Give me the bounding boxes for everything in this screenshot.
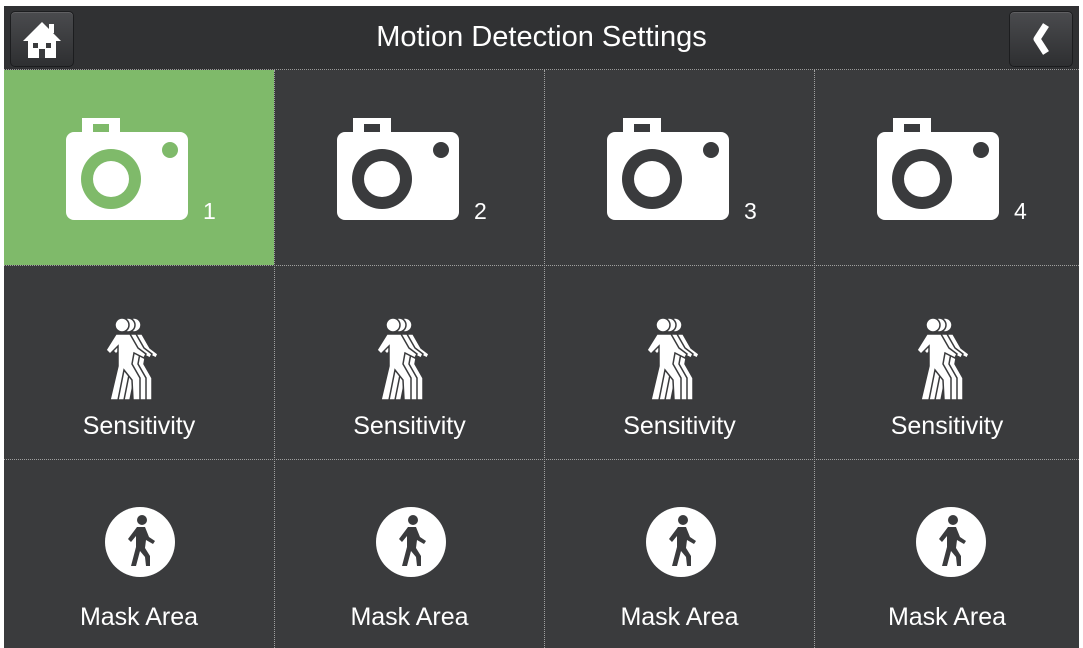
page-title: Motion Detection Settings xyxy=(376,21,707,53)
sensitivity-button-2[interactable]: Sensitivity xyxy=(275,266,544,459)
grid-divider xyxy=(274,70,275,648)
mask-area-label: Mask Area xyxy=(79,603,199,631)
grid-divider xyxy=(544,70,545,648)
motion-sensitivity-icon xyxy=(105,318,159,401)
mask-area-button-3[interactable]: Mask Area xyxy=(545,460,814,648)
motion-sensitivity-icon xyxy=(646,318,700,401)
camera-icon xyxy=(877,118,999,220)
camera-number: 1 xyxy=(203,198,216,224)
walking-person-circle-icon xyxy=(646,507,716,577)
header-bar: Motion Detection Settings xyxy=(4,6,1079,70)
mask-area-button-2[interactable]: Mask Area xyxy=(275,460,544,648)
sensitivity-label: Sensitivity xyxy=(623,412,736,440)
camera-2-button[interactable]: 2 xyxy=(275,70,544,265)
sensitivity-button-3[interactable]: Sensitivity xyxy=(545,266,814,459)
grid-divider xyxy=(4,265,1079,266)
camera-1-button[interactable]: 1 xyxy=(4,70,274,265)
camera-number: 3 xyxy=(744,198,757,224)
settings-grid: 1 2 3 4 Sensitivity Sensitivity Sensitiv… xyxy=(4,70,1079,648)
mask-area-label: Mask Area xyxy=(350,603,469,631)
mask-area-label: Mask Area xyxy=(887,603,1007,631)
motion-sensitivity-icon xyxy=(376,318,430,401)
grid-divider xyxy=(4,459,1079,460)
sensitivity-label: Sensitivity xyxy=(890,412,1004,440)
walking-person-circle-icon xyxy=(916,507,986,577)
mask-area-button-1[interactable]: Mask Area xyxy=(4,460,274,648)
grid-divider xyxy=(814,70,815,648)
motion-sensitivity-icon xyxy=(916,318,970,401)
camera-icon xyxy=(337,118,459,220)
camera-number: 4 xyxy=(1014,198,1027,224)
sensitivity-button-4[interactable]: Sensitivity xyxy=(815,266,1079,459)
camera-4-button[interactable]: 4 xyxy=(815,70,1079,265)
motion-detection-screen: Motion Detection Settings 1 2 3 4 Sensit… xyxy=(4,6,1079,648)
walking-person-circle-icon xyxy=(105,507,175,577)
mask-area-button-4[interactable]: Mask Area xyxy=(815,460,1079,648)
camera-3-button[interactable]: 3 xyxy=(545,70,814,265)
sensitivity-label: Sensitivity xyxy=(353,412,466,440)
back-button[interactable] xyxy=(1009,11,1073,67)
walking-person-circle-icon xyxy=(376,507,446,577)
camera-icon xyxy=(607,118,729,220)
camera-icon xyxy=(66,118,188,220)
chevron-left-icon xyxy=(1033,23,1049,55)
mask-area-label: Mask Area xyxy=(620,603,739,631)
sensitivity-label: Sensitivity xyxy=(82,412,196,440)
sensitivity-button-1[interactable]: Sensitivity xyxy=(4,266,274,459)
camera-number: 2 xyxy=(474,198,487,224)
